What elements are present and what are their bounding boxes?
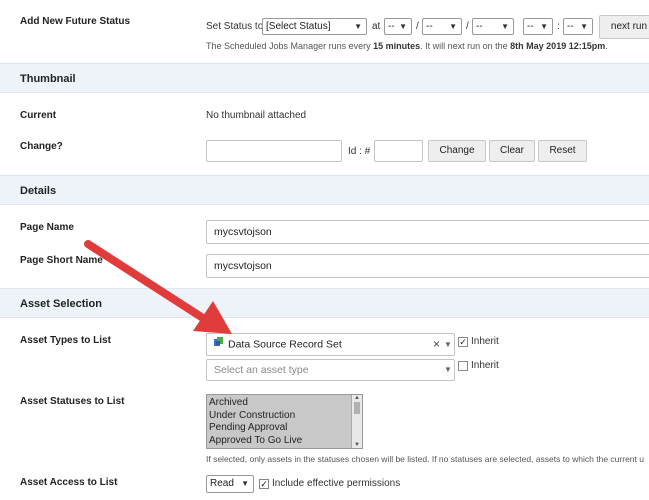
reset-button[interactable]: Reset <box>538 140 587 162</box>
check-icon: ✓ <box>459 337 467 347</box>
list-item[interactable]: Archived <box>209 397 302 410</box>
change-button[interactable]: Change <box>428 140 486 162</box>
access-select-value: Read <box>210 478 234 489</box>
effective-permissions-label: Include effective permissions <box>272 478 401 489</box>
change-label: Change? <box>20 141 63 152</box>
asset-statuses-listbox[interactable]: Archived Under Construction Pending Appr… <box>206 394 363 449</box>
page-name-input[interactable]: mycsvtojson <box>206 220 649 244</box>
inherit-label-2: Inherit <box>471 360 499 371</box>
list-item[interactable]: Approved To Go Live <box>209 435 302 448</box>
chevron-down-icon: ▼ <box>501 22 509 31</box>
inherit-checkbox-1[interactable]: ✓ <box>458 337 468 347</box>
current-label: Current <box>20 110 57 121</box>
clear-selection-icon[interactable]: × <box>433 334 440 355</box>
inherit-label-1: Inherit <box>471 336 499 347</box>
id-label: Id : # <box>348 146 371 157</box>
list-item[interactable]: Under Construction <box>209 410 302 423</box>
hour-select-value: -- <box>527 21 534 32</box>
chevron-down-icon: ▼ <box>580 22 588 31</box>
scrollbar-thumb[interactable] <box>354 402 360 414</box>
day-select-value: -- <box>388 21 395 32</box>
section-title: Details <box>20 185 57 197</box>
inherit-checkbox-2[interactable] <box>458 361 468 371</box>
chevron-down-icon: ▼ <box>399 22 407 31</box>
thumbnail-section-header: Thumbnail <box>0 63 649 93</box>
scroll-down-icon[interactable]: ▼ <box>352 442 362 448</box>
month-select-value: -- <box>426 21 433 32</box>
date-separator: / <box>466 21 469 32</box>
year-select-value: -- <box>476 21 483 32</box>
page-short-name-label: Page Short Name <box>20 255 103 266</box>
asset-access-label: Asset Access to List <box>20 477 118 488</box>
month-select[interactable]: -- ▼ <box>422 18 462 35</box>
chevron-down-icon: ▼ <box>444 365 452 374</box>
effective-permissions-checkbox[interactable]: ✓ <box>259 479 269 489</box>
next-run-button[interactable]: next run <box>599 15 649 39</box>
chevron-down-icon: ▼ <box>241 479 249 488</box>
chevron-down-icon: ▼ <box>449 22 457 31</box>
scrollbar[interactable]: ▲ ▼ <box>351 395 362 448</box>
asset-selection-section-header: Asset Selection <box>0 288 649 318</box>
current-thumbnail-value: No thumbnail attached <box>206 110 307 121</box>
scheduler-info-end: . <box>605 41 608 51</box>
chevron-down-icon[interactable]: ▼ <box>444 334 452 355</box>
set-status-to-text: Set Status to <box>206 21 264 32</box>
status-select[interactable]: [Select Status] ▼ <box>262 18 367 35</box>
asset-type-select[interactable]: Data Source Record Set × ▼ <box>206 333 455 356</box>
time-separator: : <box>557 21 560 32</box>
check-icon: ✓ <box>260 479 268 489</box>
date-separator: / <box>416 21 419 32</box>
scheduler-info: The Scheduled Jobs Manager runs every 15… <box>206 41 608 51</box>
asset-types-label: Asset Types to List <box>20 335 111 346</box>
scroll-up-icon[interactable]: ▲ <box>352 395 362 401</box>
asset-type-value: Data Source Record Set <box>228 338 342 351</box>
asset-type-placeholder: Select an asset type <box>214 364 309 376</box>
year-select[interactable]: -- ▼ <box>472 18 514 35</box>
scheduler-info-prefix: The Scheduled Jobs Manager runs every <box>206 41 374 51</box>
thumbnail-id-input[interactable] <box>374 140 423 162</box>
scheduler-next-run-date: 8th May 2019 12:15pm <box>510 41 606 51</box>
scheduler-info-middle: . It will next run on the <box>420 41 511 51</box>
access-select[interactable]: Read ▼ <box>206 475 254 493</box>
page-name-label: Page Name <box>20 222 74 233</box>
minute-select[interactable]: -- ▼ <box>563 18 593 35</box>
page-short-name-input[interactable]: mycsvtojson <box>206 254 649 278</box>
asset-statuses-label: Asset Statuses to List <box>20 396 125 407</box>
asset-type-search[interactable]: Select an asset type ▼ <box>206 359 455 381</box>
minute-select-value: -- <box>567 21 574 32</box>
section-title: Asset Selection <box>20 298 102 310</box>
details-section-header: Details <box>0 175 649 205</box>
status-select-value: [Select Status] <box>266 21 331 32</box>
chevron-down-icon: ▼ <box>540 22 548 31</box>
asset-type-icon <box>213 334 224 355</box>
clear-button[interactable]: Clear <box>489 140 535 162</box>
thumbnail-file-input[interactable] <box>206 140 342 162</box>
section-title: Thumbnail <box>20 73 76 85</box>
at-text: at <box>372 21 381 32</box>
hour-select[interactable]: -- ▼ <box>523 18 553 35</box>
list-item[interactable]: Pending Approval <box>209 422 302 435</box>
chevron-down-icon: ▼ <box>354 22 362 31</box>
day-select[interactable]: -- ▼ <box>384 18 412 35</box>
future-status-label: Add New Future Status <box>20 16 131 27</box>
statuses-help-text: If selected, only assets in the statuses… <box>206 454 644 464</box>
scheduler-interval: 15 minutes <box>373 41 421 51</box>
